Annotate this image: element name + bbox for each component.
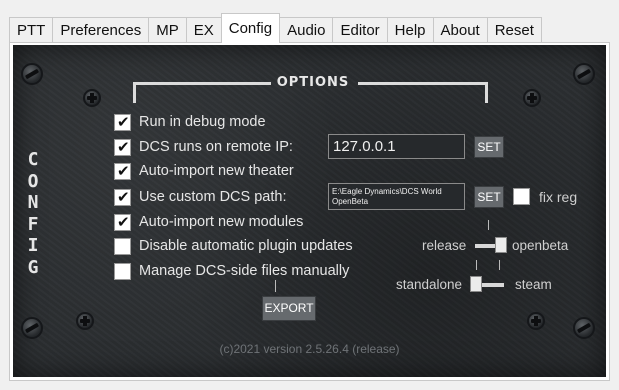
tab-bar: PTT Preferences MP EX Config Audio Edito… bbox=[9, 13, 542, 43]
options-title: OPTIONS bbox=[276, 75, 350, 90]
screw-icon bbox=[76, 312, 94, 330]
config-vertical-label: CONFIG bbox=[25, 149, 41, 278]
screw-icon bbox=[21, 63, 43, 85]
divider bbox=[476, 260, 477, 270]
custom-path-line2: OpenBeta bbox=[332, 197, 369, 206]
remote-ip-set-button[interactable]: SET bbox=[474, 136, 504, 158]
option-auto-import-modules[interactable]: ✔ Auto-import new modules bbox=[114, 212, 303, 232]
branch-openbeta-label: openbeta bbox=[512, 238, 569, 253]
checkbox[interactable]: ✔ bbox=[114, 161, 131, 180]
checkmark-icon: ✔ bbox=[117, 137, 130, 156]
screw-icon bbox=[573, 63, 595, 85]
options-bracket-left bbox=[133, 82, 271, 103]
screw-icon bbox=[573, 317, 595, 339]
option-debug-mode[interactable]: ✔ Run in debug mode bbox=[114, 112, 266, 132]
edition-switch-knob[interactable] bbox=[470, 276, 482, 292]
tab-editor[interactable]: Editor bbox=[332, 17, 388, 43]
tab-preferences[interactable]: Preferences bbox=[52, 17, 150, 43]
option-label: Disable automatic plugin updates bbox=[139, 238, 353, 254]
config-vertical-text: CONFIG bbox=[25, 149, 41, 278]
option-custom-dcs-path[interactable]: ✔ Use custom DCS path: bbox=[114, 187, 286, 207]
checkmark-icon: ✔ bbox=[117, 161, 130, 180]
config-panel: OPTIONS CONFIG ✔ Run in debug mode ✔ DCS… bbox=[13, 45, 606, 377]
option-label: Auto-import new modules bbox=[139, 214, 304, 230]
edition-steam-label: steam bbox=[515, 277, 552, 292]
screw-icon bbox=[21, 317, 43, 339]
option-remote-ip[interactable]: ✔ DCS runs on remote IP: bbox=[114, 137, 293, 157]
tab-about[interactable]: About bbox=[432, 17, 488, 43]
option-label: DCS runs on remote IP: bbox=[139, 139, 293, 155]
option-label: Use custom DCS path: bbox=[139, 189, 287, 205]
fix-reg-label: fix reg bbox=[539, 188, 578, 205]
config-vertical-letter: G bbox=[27, 256, 39, 278]
checkbox[interactable]: ✔ bbox=[114, 112, 131, 131]
tab-ptt[interactable]: PTT bbox=[9, 17, 54, 43]
divider bbox=[488, 220, 489, 230]
remote-ip-input[interactable]: 127.0.0.1 bbox=[328, 134, 465, 159]
checkmark-icon: ✔ bbox=[117, 112, 130, 131]
option-auto-import-theater[interactable]: ✔ Auto-import new theater bbox=[114, 161, 294, 181]
tab-help[interactable]: Help bbox=[386, 17, 434, 43]
edition-standalone-label: standalone bbox=[396, 277, 463, 292]
checkmark-icon: ✔ bbox=[117, 212, 130, 231]
divider bbox=[499, 260, 500, 270]
custom-path-set-button[interactable]: SET bbox=[474, 186, 504, 208]
version-text: (c)2021 version 2.5.26.4 (release) bbox=[219, 342, 400, 356]
config-vertical-letter: I bbox=[27, 235, 39, 256]
checkbox[interactable] bbox=[114, 237, 131, 255]
custom-path-line1: E:\Eagle Dynamics\DCS World bbox=[332, 187, 442, 196]
option-label: Auto-import new theater bbox=[139, 163, 294, 179]
config-vertical-letter: F bbox=[27, 213, 39, 235]
option-label: Run in debug mode bbox=[139, 114, 266, 130]
config-vertical-letter: O bbox=[27, 170, 39, 192]
tab-ex[interactable]: EX bbox=[185, 17, 222, 43]
screw-icon bbox=[527, 312, 545, 330]
branch-release-label: release bbox=[422, 238, 467, 253]
checkmark-icon: ✔ bbox=[117, 187, 130, 206]
option-label: Manage DCS-side files manually bbox=[139, 263, 350, 279]
divider bbox=[275, 280, 276, 292]
option-disable-plugin-updates[interactable]: Disable automatic plugin updates bbox=[114, 236, 353, 256]
option-manage-dcs-files[interactable]: Manage DCS-side files manually bbox=[114, 261, 349, 281]
fix-reg-option[interactable]: fix reg bbox=[513, 188, 577, 205]
config-vertical-letter: C bbox=[27, 149, 39, 170]
tab-config[interactable]: Config bbox=[220, 13, 281, 43]
branch-switch-knob[interactable] bbox=[495, 237, 507, 253]
checkbox[interactable]: ✔ bbox=[114, 187, 131, 206]
tab-reset[interactable]: Reset bbox=[486, 17, 542, 43]
tab-mp[interactable]: MP bbox=[148, 17, 187, 43]
config-vertical-letter: N bbox=[27, 192, 39, 213]
checkbox[interactable] bbox=[114, 262, 131, 280]
tab-audio[interactable]: Audio bbox=[279, 17, 334, 43]
checkbox[interactable]: ✔ bbox=[114, 137, 131, 156]
export-button[interactable]: EXPORT bbox=[262, 296, 316, 321]
checkbox[interactable]: ✔ bbox=[114, 212, 131, 231]
options-bracket-right bbox=[358, 82, 488, 103]
screw-icon bbox=[523, 89, 541, 107]
custom-path-input[interactable]: E:\Eagle Dynamics\DCS World OpenBeta bbox=[328, 183, 465, 210]
checkbox[interactable] bbox=[513, 188, 530, 205]
screw-icon bbox=[83, 89, 101, 107]
